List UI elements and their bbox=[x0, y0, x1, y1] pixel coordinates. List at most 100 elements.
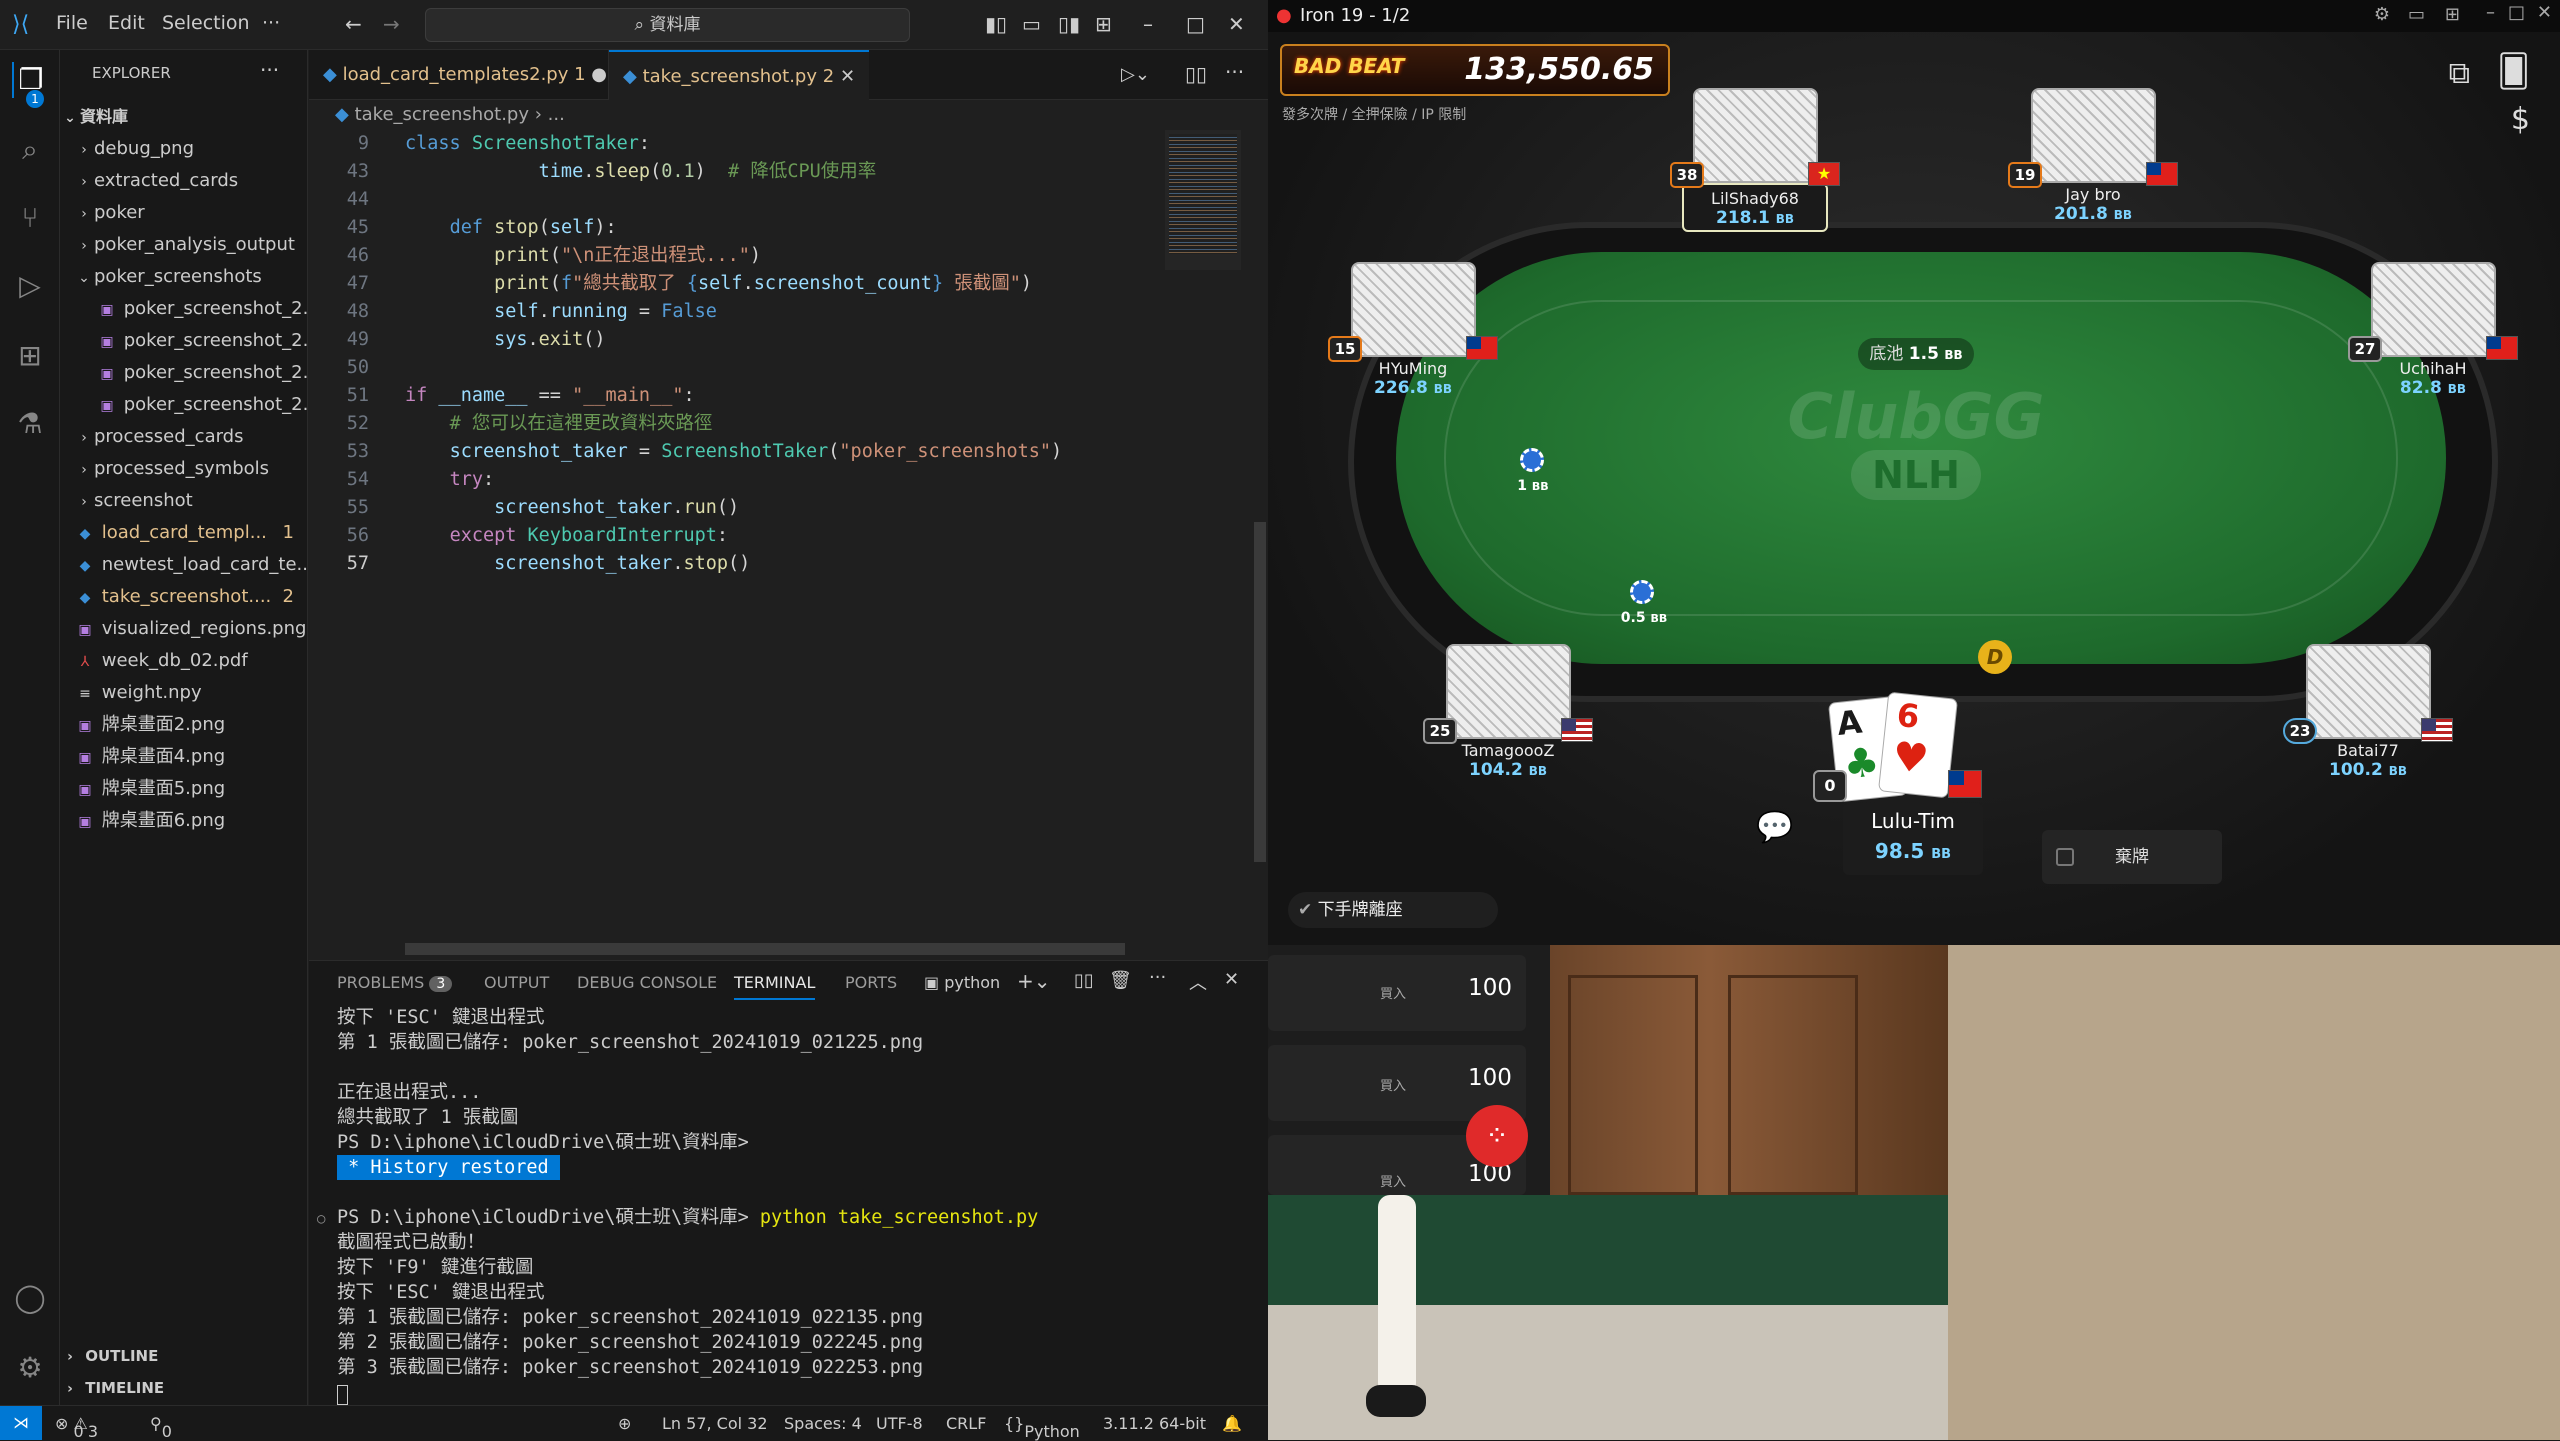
back-arrow-icon[interactable]: ← bbox=[345, 12, 362, 36]
outline-section[interactable]: › OUTLINE bbox=[60, 1340, 308, 1372]
explorer-item[interactable]: › screenshot bbox=[60, 485, 308, 517]
split-editor-icon[interactable]: ▯▯ bbox=[1185, 62, 1207, 86]
remote-indicator-icon[interactable]: ⋊ bbox=[0, 1406, 42, 1440]
settings-gear-icon[interactable]: ⚙ bbox=[12, 1350, 48, 1386]
maximize-icon[interactable]: □ bbox=[2508, 2, 2525, 23]
explorer-item[interactable]: ▣ visualized_regions.png bbox=[60, 613, 308, 645]
seat-hyuming[interactable]: 15 HYuMing 226.8 BB bbox=[1328, 262, 1498, 398]
explorer-more-icon[interactable]: ··· bbox=[260, 58, 279, 82]
ports-status[interactable]: ⚲ 0 bbox=[150, 1414, 172, 1441]
explorer-item[interactable]: › processed_cards bbox=[60, 421, 308, 453]
explorer-item[interactable]: ▣ poker_screenshot_2... bbox=[60, 389, 308, 421]
language-mode[interactable]: {} Python bbox=[1004, 1414, 1080, 1441]
explorer-item[interactable]: ▣ 牌桌畫面4.png bbox=[60, 741, 308, 773]
hero-seat[interactable]: A ♣ 6 ♥ 0 Lulu-Tim 98.5 BB bbox=[1813, 675, 2003, 885]
chat-bubble-icon[interactable]: 💬 bbox=[1756, 810, 1793, 845]
explorer-item[interactable]: › extracted_cards bbox=[60, 165, 308, 197]
command-center-search[interactable]: ⌕ 資料庫 bbox=[425, 8, 910, 42]
minimize-icon[interactable]: – bbox=[1143, 12, 1153, 36]
account-icon[interactable]: ◯ bbox=[12, 1280, 48, 1316]
seat-uchihah[interactable]: 27 UchihaH 82.8 BB bbox=[2348, 262, 2518, 398]
testing-icon[interactable]: ⚗ bbox=[12, 406, 48, 442]
tab-take-screenshot[interactable]: ◆ take_screenshot.py 2 ✕ bbox=[609, 50, 869, 101]
encoding[interactable]: UTF-8 bbox=[876, 1414, 923, 1433]
split-terminal-icon[interactable]: ▯▯ bbox=[1074, 970, 1094, 991]
python-interpreter[interactable]: 3.11.2 64-bit bbox=[1103, 1414, 1206, 1433]
layout-icon[interactable]: ▭ bbox=[2408, 4, 2425, 25]
tab-load-card-templates2[interactable]: ◆ load_card_templates2.py 1 ● bbox=[309, 50, 609, 100]
explorer-item[interactable]: ⅄ week_db_02.pdf bbox=[60, 645, 308, 677]
fold-checkbox-button[interactable]: 棄牌 bbox=[2042, 830, 2222, 884]
forward-arrow-icon[interactable]: → bbox=[383, 12, 400, 36]
explorer-item[interactable]: ▣ 牌桌畫面2.png bbox=[60, 709, 308, 741]
terminal-shell-selector[interactable]: ▣ python bbox=[924, 973, 1000, 992]
explorer-item[interactable]: › poker_analysis_output bbox=[60, 229, 308, 261]
customize-layout-icon[interactable]: ⊞ bbox=[1095, 12, 1112, 36]
horizontal-scrollbar[interactable] bbox=[405, 943, 1125, 955]
vertical-scrollbar[interactable] bbox=[1254, 522, 1266, 862]
editor-more-icon[interactable]: ··· bbox=[1225, 60, 1244, 84]
run-debug-icon[interactable]: ▷ bbox=[12, 268, 48, 304]
tab-terminal[interactable]: TERMINAL bbox=[734, 973, 816, 1000]
close-tab-icon[interactable]: ✕ bbox=[840, 66, 855, 87]
seat-batai77[interactable]: 23 Batai77 100.2 BB bbox=[2283, 644, 2453, 780]
sit-out-next-hand-toggle[interactable]: ✔ 下手牌離座 bbox=[1288, 892, 1498, 928]
menu-edit[interactable]: Edit bbox=[108, 12, 145, 34]
explorer-item[interactable]: ≡ weight.npy bbox=[60, 677, 308, 709]
indentation[interactable]: Spaces: 4 bbox=[784, 1414, 862, 1433]
maximize-panel-icon[interactable]: ︿ bbox=[1189, 969, 1207, 995]
minimap[interactable] bbox=[1165, 130, 1241, 270]
close-window-icon[interactable]: ✕ bbox=[1228, 12, 1245, 36]
tab-problems[interactable]: PROBLEMS 3 bbox=[337, 973, 453, 992]
cursor-position[interactable]: Ln 57, Col 32 bbox=[662, 1414, 768, 1433]
explorer-item[interactable]: ⌄ poker_screenshots bbox=[60, 261, 308, 293]
breadcrumb-symbol[interactable]: ... bbox=[548, 104, 565, 125]
maximize-icon[interactable]: □ bbox=[1186, 12, 1205, 36]
kill-terminal-icon[interactable]: 🗑 bbox=[1109, 970, 1132, 991]
explorer-item[interactable]: ◆ newtest_load_card_te... bbox=[60, 549, 308, 581]
explorer-item[interactable]: ▣ poker_screenshot_2... bbox=[60, 325, 308, 357]
explorer-item[interactable]: ◆ take_screenshot.... 2 bbox=[60, 581, 308, 613]
line-ending[interactable]: CRLF bbox=[946, 1414, 986, 1433]
bad-beat-jackpot[interactable]: BAD BEAT 133,550.65 bbox=[1280, 44, 1670, 96]
workspace-root[interactable]: ⌄ 資料庫 bbox=[60, 101, 308, 133]
close-panel-icon[interactable]: ✕ bbox=[1224, 969, 1239, 990]
add-table-icon[interactable]: ⧉ bbox=[2449, 56, 2470, 91]
floating-menu-icon[interactable]: ⁘ bbox=[1466, 1105, 1528, 1167]
explorer-item[interactable]: › debug_png bbox=[60, 133, 308, 165]
seat-tamagoooz[interactable]: 25 TamagoooZ 104.2 BB bbox=[1423, 644, 1593, 780]
close-window-icon[interactable]: ✕ bbox=[2537, 2, 2552, 23]
tab-output[interactable]: OUTPUT bbox=[484, 973, 549, 992]
breadcrumb-file[interactable]: take_screenshot.py bbox=[355, 104, 529, 125]
explorer-item[interactable]: › processed_symbols bbox=[60, 453, 308, 485]
minimize-icon[interactable]: – bbox=[2486, 2, 2495, 23]
notifications-bell-icon[interactable]: 🔔 bbox=[1222, 1414, 1242, 1433]
toggle-secondary-sidebar-icon[interactable]: ▯▮ bbox=[1058, 12, 1080, 36]
panel-more-icon[interactable]: ··· bbox=[1149, 967, 1166, 988]
seat-jay-bro[interactable]: 19 Jay bro 201.8 BB bbox=[2008, 88, 2178, 224]
hand-history-icon[interactable]: 🂠 bbox=[2497, 52, 2530, 90]
menu-more[interactable]: ··· bbox=[262, 12, 280, 34]
run-python-icon[interactable]: ▷⌄ bbox=[1121, 64, 1150, 85]
buyin-row[interactable]: 買入 100 bbox=[1268, 955, 1526, 1031]
toggle-sidebar-icon[interactable]: ▮▯ bbox=[985, 12, 1007, 36]
source-control-icon[interactable]: ⑂ bbox=[12, 200, 48, 236]
explorer-item[interactable]: ▣ 牌桌畫面5.png bbox=[60, 773, 308, 805]
menu-file[interactable]: File bbox=[56, 12, 88, 34]
seat-lilshady68[interactable]: 38 ★ LilShady68 218.1 BB bbox=[1670, 88, 1840, 232]
explorer-item[interactable]: ▣ 牌桌畫面6.png bbox=[60, 805, 308, 837]
cashier-icon[interactable]: $ bbox=[2511, 102, 2530, 137]
timeline-section[interactable]: › TIMELINE bbox=[60, 1372, 308, 1404]
tab-ports[interactable]: PORTS bbox=[845, 973, 897, 992]
zoom-icon[interactable]: ⊕ bbox=[618, 1414, 631, 1433]
tab-debug-console[interactable]: DEBUG CONSOLE bbox=[577, 973, 717, 992]
explorer-item[interactable]: ▣ poker_screenshot_2... bbox=[60, 357, 308, 389]
explorer-item[interactable]: ◆ load_card_templ... 1 bbox=[60, 517, 308, 549]
extensions-icon[interactable]: ⊞ bbox=[12, 338, 48, 374]
explorer-item[interactable]: › poker bbox=[60, 197, 308, 229]
menu-selection[interactable]: Selection bbox=[162, 12, 250, 34]
explorer-item[interactable]: ▣ poker_screenshot_2... bbox=[60, 293, 308, 325]
code-editor[interactable]: 9 class ScreenshotTaker: 43 time.sleep(0.1… bbox=[309, 130, 1159, 930]
problems-status[interactable]: ⊗ 0 ⚠ 3 bbox=[55, 1414, 98, 1441]
new-terminal-icon[interactable]: +⌄ bbox=[1017, 969, 1051, 993]
